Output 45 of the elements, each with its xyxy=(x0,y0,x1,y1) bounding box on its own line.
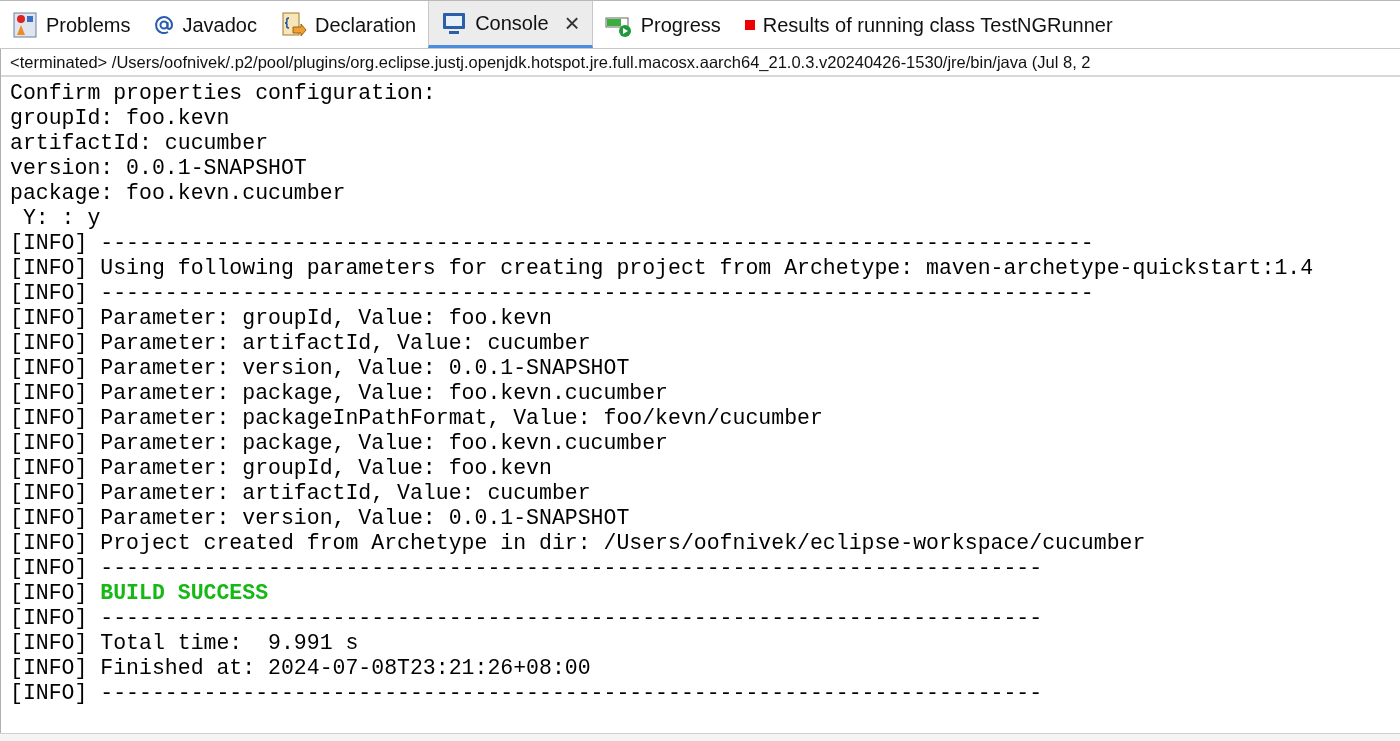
console-line: groupId: foo.kevn xyxy=(10,106,230,131)
console-line: [INFO] ----------------------------------------------------------------------------- xyxy=(10,231,1094,256)
monitor-icon xyxy=(441,10,468,36)
console-line: [INFO] Parameter: groupId, Value: foo.kevn xyxy=(10,306,552,331)
console-line: [INFO] Parameter: package, Value: foo.kevn.cucumber xyxy=(10,431,668,456)
tab-label: Declaration xyxy=(315,12,417,38)
console-line: [INFO] Using following parameters for creating project from Archetype: maven-archetype-quickstart:1.4 xyxy=(10,256,1314,281)
view-tab[interactable]: Console × xyxy=(428,1,593,48)
status-square-icon xyxy=(744,19,755,30)
console-line: [INFO] Parameter: artifactId, Value: cucumber xyxy=(10,481,591,506)
console-line: [INFO] Project created from Archetype in dir: /Users/oofnivek/eclipse-workspace/cucumber xyxy=(10,531,1146,556)
at-sign-icon xyxy=(154,14,175,35)
tab-label: Problems xyxy=(46,12,131,38)
tab-label: Console xyxy=(475,11,549,36)
close-icon[interactable]: × xyxy=(564,10,580,36)
console-line: [INFO] Total time: 9.991 s xyxy=(10,631,359,656)
console-line: [INFO] Parameter: package, Value: foo.kevn.cucumber xyxy=(10,381,668,406)
process-description: <terminated> /Users/oofnivek/.p2/pool/plugins/org.eclipse.justj.openjdk.hotspot.jre.full.macosx.aarch64_21.0.3.v20240426-1530/jre/bin/java (Jul 8, 2 xyxy=(1,49,1400,77)
log-level: [INFO] xyxy=(10,581,88,606)
console-line: [INFO] Parameter: artifactId, Value: cucumber xyxy=(10,331,591,356)
console-line: [INFO] Parameter: groupId, Value: foo.kevn xyxy=(10,456,552,481)
console-line: [INFO] ------------------------------------------------------------------------- xyxy=(10,681,1043,706)
console-line: [INFO] Finished at: 2024-07-08T23:21:26+08:00 xyxy=(10,656,591,681)
view-tab[interactable]: Results of running class TestNGRunner xyxy=(732,1,1125,48)
console-line: [INFO] ------------------------------------------------------------------------- xyxy=(10,556,1043,581)
problems-icon xyxy=(12,10,38,39)
console-line: [INFO] Parameter: packageInPathFormat, Value: foo/kevn/cucumber xyxy=(10,406,823,431)
console-line: artifactId: cucumber xyxy=(10,131,269,156)
console-line: Confirm properties configuration: xyxy=(10,81,436,106)
tab-label: Results of running class TestNGRunner xyxy=(762,12,1113,38)
console-line: package: foo.kevn.cucumber xyxy=(10,181,346,206)
console-line: [INFO] Parameter: version, Value: 0.0.1-SNAPSHOT xyxy=(10,356,630,381)
view-tab[interactable]: Progress xyxy=(592,1,733,48)
view-tab[interactable]: Problems xyxy=(0,1,143,48)
build-status: BUILD SUCCESS xyxy=(100,581,269,606)
console-line: version: 0.0.1-SNAPSHOT xyxy=(10,156,307,181)
console-line: [INFO] ------------------------------------------------------------------------- xyxy=(10,606,1043,631)
declaration-icon xyxy=(281,10,307,39)
console-line: [INFO] Parameter: version, Value: 0.0.1-SNAPSHOT xyxy=(10,506,630,531)
tab-label: Progress xyxy=(640,12,721,38)
tab-label: Javadoc xyxy=(182,12,257,38)
console-line: [INFO] ----------------------------------------------------------------------------- xyxy=(10,281,1094,306)
view-tab[interactable]: Declaration xyxy=(269,1,429,48)
console-line: Y: : y xyxy=(21,206,101,231)
view-tab[interactable]: Javadoc xyxy=(142,1,269,48)
